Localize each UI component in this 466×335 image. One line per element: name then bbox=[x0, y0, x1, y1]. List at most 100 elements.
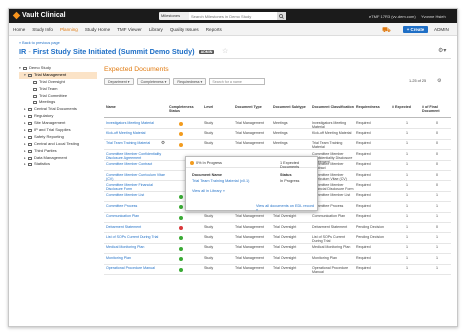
document-name-link[interactable]: Kick-off Meeting Material bbox=[106, 131, 166, 135]
admin-link[interactable]: ADMIN bbox=[434, 27, 449, 32]
folder-icon bbox=[23, 66, 27, 70]
completeness-status-dot[interactable] bbox=[179, 246, 183, 251]
document-name-link[interactable]: Monitoring Plan bbox=[106, 256, 166, 260]
table-row[interactable]: Monitoring Plan Study Trial Management Tria… bbox=[104, 254, 451, 265]
nav-tab[interactable]: Reports bbox=[206, 27, 222, 32]
column-header[interactable]: # of Final Document bbox=[422, 105, 450, 113]
nav-tab[interactable]: Planning bbox=[60, 27, 78, 32]
cell-level: Study bbox=[204, 120, 214, 125]
search-button[interactable] bbox=[277, 12, 286, 20]
filter-dropdown[interactable]: Completeness ▾ bbox=[136, 78, 171, 85]
vault-selector[interactable]: eTMF 17R3 (vv-dem.com) bbox=[369, 14, 416, 19]
table-row[interactable]: Investigators Meeting Material Study Trial… bbox=[104, 119, 451, 130]
table-row[interactable]: Operational Procedure Manual Study Trial M… bbox=[104, 265, 451, 275]
completeness-status-dot[interactable] bbox=[179, 194, 183, 199]
row-actions-gear-icon[interactable]: ⚙ bbox=[161, 141, 165, 146]
filter-dropdown[interactable]: Requiredness ▾ bbox=[173, 78, 207, 85]
popup-expected: 1 Expected Documents bbox=[280, 160, 300, 169]
tree-node[interactable]: ▸ IP and Trial Supplies bbox=[19, 127, 97, 134]
completeness-status-dot[interactable] bbox=[179, 132, 183, 137]
completeness-status-dot[interactable] bbox=[179, 257, 183, 262]
cell-req: Required bbox=[356, 151, 371, 156]
favorite-star-icon[interactable]: ☆ bbox=[222, 47, 228, 55]
document-name-link[interactable]: Committee Process bbox=[106, 204, 166, 208]
completeness-status-dot[interactable] bbox=[179, 142, 183, 147]
document-name-link[interactable]: Committee Member Contract bbox=[106, 162, 166, 166]
cell-req: Required bbox=[356, 193, 371, 198]
tree-node[interactable]: Trial Team bbox=[19, 86, 97, 93]
table-row[interactable]: List of SOPs Current During Trial Study Tr… bbox=[104, 233, 451, 244]
table-row[interactable]: Kick-off Meeting Material Study Trial Mana… bbox=[104, 129, 451, 140]
document-name-link[interactable]: Operational Procedure Manual bbox=[106, 266, 166, 270]
search-scope-select[interactable]: Milestones bbox=[159, 12, 189, 20]
document-name-link[interactable]: Debarment Statement bbox=[106, 225, 166, 229]
tree-node[interactable]: ▾ Demo Study bbox=[19, 65, 97, 72]
column-header[interactable]: Level bbox=[204, 105, 232, 109]
document-name-link[interactable]: Committee Member Financial Disclosure Fo… bbox=[106, 183, 166, 191]
global-search-input[interactable] bbox=[189, 12, 277, 20]
view-in-library-link[interactable]: View all in Library » bbox=[192, 189, 225, 193]
nav-tab[interactable]: Quality Issues bbox=[170, 27, 199, 32]
user-menu[interactable]: Yvonne Hsieh bbox=[421, 14, 446, 19]
tree-node[interactable]: ▸ Central Trial Documents bbox=[19, 106, 97, 113]
completeness-status-dot[interactable] bbox=[179, 122, 183, 126]
cell-classification: Kick-off Meeting Material bbox=[312, 130, 352, 135]
view-all-documents-link[interactable]: View all documents on EDL record » bbox=[256, 204, 317, 212]
table-row[interactable]: Trial Team Training Material Study Trial M… bbox=[104, 140, 451, 151]
back-link[interactable]: « Back to previous page bbox=[19, 41, 60, 45]
document-name-link[interactable]: Investigators Meeting Material bbox=[106, 121, 166, 125]
tree-node-label: Trial Management bbox=[34, 71, 67, 77]
cell-req: Required bbox=[356, 214, 371, 219]
vault-logo[interactable]: Vault Clinical bbox=[12, 11, 66, 20]
completeness-status-dot[interactable] bbox=[179, 205, 183, 210]
document-name-link[interactable]: Communication Plan bbox=[106, 214, 166, 218]
document-name-link[interactable]: Committee Member Confidentiality Disclos… bbox=[106, 152, 166, 160]
filter-dropdown[interactable]: Department ▾ bbox=[104, 78, 134, 85]
column-header[interactable]: Document Classification bbox=[312, 105, 354, 109]
completeness-status-dot[interactable] bbox=[179, 215, 183, 220]
tree-node[interactable]: ▸ Data Management bbox=[19, 155, 97, 162]
completeness-status-dot[interactable] bbox=[179, 226, 183, 230]
column-header[interactable]: Requiredness bbox=[356, 105, 390, 109]
name-search-input[interactable]: Search for a name bbox=[209, 78, 266, 85]
table-settings-gear-icon[interactable]: ⚙ bbox=[437, 78, 441, 84]
tree-node[interactable]: ▸ Statistics bbox=[19, 161, 97, 168]
column-header[interactable]: Document Subtype bbox=[273, 105, 309, 109]
nav-tab[interactable]: Library bbox=[149, 27, 163, 32]
tree-node[interactable]: ▾ Trial Management bbox=[19, 71, 97, 79]
tree-node[interactable]: ▸ Central and Local Testing bbox=[19, 141, 97, 148]
tree-node-label: Trial Oversight bbox=[39, 78, 65, 84]
column-header[interactable]: Document Type bbox=[235, 105, 271, 109]
popup-doc-link[interactable]: Trial Team Training Material (v0.1) bbox=[192, 179, 249, 183]
tree-node[interactable]: Trial Oversight bbox=[19, 79, 97, 86]
nav-tab[interactable]: Study Info bbox=[32, 27, 53, 32]
tree-node[interactable]: ▸ Safety Reporting bbox=[19, 134, 97, 141]
cell-classification: Committee Member Curriculum Vitae (CV) bbox=[312, 172, 347, 181]
tree-node[interactable]: ▸ Regulatory bbox=[19, 113, 97, 120]
document-name-link[interactable]: Committee Member Curriculum Vitae (CV) bbox=[106, 173, 166, 181]
document-name-link[interactable]: Trial Team Training Material bbox=[106, 141, 166, 145]
tree-node[interactable]: ▸ Site Management bbox=[19, 120, 97, 127]
table-row[interactable]: Communication Plan Study Trial Management T… bbox=[104, 213, 451, 223]
cart-icon[interactable]: ⛟ bbox=[382, 26, 391, 35]
nav-tab[interactable]: Study Home bbox=[85, 27, 110, 32]
tree-node[interactable]: Trial Committee bbox=[19, 93, 97, 100]
actions-gear-icon[interactable]: ⚙▾ bbox=[438, 47, 446, 54]
nav-tab[interactable]: Home bbox=[13, 27, 25, 32]
completeness-status-dot[interactable] bbox=[179, 267, 183, 272]
column-header[interactable]: Completeness Status bbox=[169, 105, 199, 113]
tree-node[interactable]: ▸ Third Parties bbox=[19, 148, 97, 155]
nav-tab[interactable]: TMF Viewer bbox=[117, 27, 142, 32]
cell-type: Trial Management bbox=[235, 120, 264, 125]
document-name-link[interactable]: Medical Monitoring Plan bbox=[106, 245, 166, 249]
document-name-link[interactable]: Committee Member List bbox=[106, 193, 166, 197]
tree-node[interactable]: Meetings bbox=[19, 99, 97, 106]
document-name-link[interactable]: List of SOPs Current During Trial bbox=[106, 235, 166, 239]
table-row[interactable]: Medical Monitoring Plan Study Trial Manage… bbox=[104, 244, 451, 255]
column-header[interactable]: Name bbox=[106, 105, 166, 109]
create-button[interactable]: + Create bbox=[403, 26, 428, 33]
table-row[interactable]: Debarment Statement Study Trial Management… bbox=[104, 223, 451, 234]
completeness-status-dot[interactable] bbox=[179, 236, 183, 241]
column-header[interactable]: # Expected bbox=[392, 105, 420, 109]
cell-req: Pending Decision bbox=[356, 224, 384, 229]
